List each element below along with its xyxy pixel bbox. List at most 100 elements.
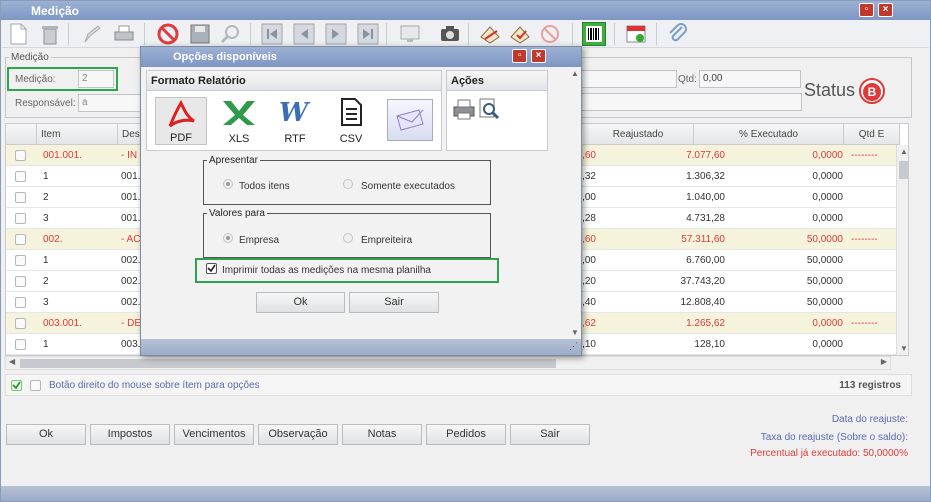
format-pdf-label: PDF <box>170 132 192 144</box>
responsavel-field[interactable]: a <box>78 94 144 112</box>
sign-button[interactable] <box>478 22 502 46</box>
col-header-qtd[interactable]: Qtd E <box>844 124 900 145</box>
new-document-button[interactable] <box>6 22 30 46</box>
button-vencimentos[interactable]: Vencimentos <box>174 424 254 445</box>
first-record-button[interactable] <box>260 22 284 46</box>
field-hidden-2[interactable] <box>581 93 802 111</box>
cell-desc: 001. <box>121 213 141 224</box>
previous-record-button[interactable] <box>292 22 316 46</box>
approve-button[interactable] <box>508 22 532 46</box>
cell-executado: 50,0000 <box>806 234 843 245</box>
camera-button[interactable] <box>438 22 462 46</box>
button-impostos[interactable]: Impostos <box>90 424 170 445</box>
imprimir-label: Imprimir todas as medições na mesma plan… <box>222 265 431 276</box>
format-rtf-label: RTF <box>284 133 306 145</box>
grid-vertical-thumb[interactable] <box>899 161 908 179</box>
records-count: 113 registros <box>839 380 901 391</box>
col-header-reajustado[interactable]: Reajustado <box>583 124 694 145</box>
minimize-button[interactable]: ▫ <box>859 3 874 17</box>
edit-button[interactable] <box>80 22 104 46</box>
select-all-checkbox[interactable] <box>11 380 22 391</box>
dialog-vertical-scrollbar[interactable]: ▲ ▼ <box>569 69 581 337</box>
calendar-button[interactable] <box>624 22 648 46</box>
row-checkbox[interactable] <box>15 150 26 161</box>
dialog-close-button[interactable]: × <box>531 49 546 63</box>
grid-horizontal-thumb[interactable] <box>20 359 556 368</box>
row-checkbox[interactable] <box>15 213 26 224</box>
qtd-field[interactable]: 0,00 <box>699 70 801 88</box>
attach-button[interactable] <box>666 22 690 46</box>
row-checkbox[interactable] <box>15 339 26 350</box>
button-sair[interactable]: Sair <box>510 424 590 445</box>
button-pedidos[interactable]: Pedidos <box>426 424 506 445</box>
row-checkbox[interactable] <box>15 276 26 287</box>
next-record-button[interactable] <box>324 22 348 46</box>
scroll-left-icon[interactable]: ◀ <box>9 357 15 366</box>
scroll-down-icon[interactable]: ▼ <box>571 328 579 337</box>
row-checkbox[interactable] <box>15 171 26 182</box>
radio-empresa[interactable] <box>223 233 233 243</box>
responsavel-label: Responsável: <box>15 98 76 109</box>
print-button[interactable] <box>112 22 136 46</box>
radio-empreiteira[interactable] <box>343 233 353 243</box>
field-hidden-1[interactable] <box>581 70 677 88</box>
format-csv[interactable]: CSV <box>325 97 377 145</box>
monitor-icon <box>400 25 420 42</box>
imprimir-checkbox[interactable] <box>206 263 217 274</box>
format-xls[interactable]: XLS <box>213 97 265 145</box>
row-checkbox[interactable] <box>15 234 26 245</box>
last-record-button[interactable] <box>356 22 380 46</box>
cancel-button[interactable] <box>156 22 180 46</box>
camera-icon <box>441 26 459 41</box>
row-checkbox[interactable] <box>15 318 26 329</box>
format-pdf[interactable]: PDF <box>155 97 207 145</box>
grid-horizontal-scrollbar[interactable]: ◀ ▶ <box>5 356 891 370</box>
cell-reajustado: 1.265,62 <box>686 318 725 329</box>
resize-grip-icon[interactable]: ⋰ <box>569 341 578 352</box>
scroll-up-icon[interactable]: ▲ <box>900 147 908 156</box>
row-checkbox[interactable] <box>15 255 26 266</box>
col-header-item[interactable]: Item <box>37 124 118 145</box>
row-checkbox[interactable] <box>15 192 26 203</box>
scroll-up-icon[interactable]: ▲ <box>571 69 579 78</box>
status-label: Status <box>804 80 856 100</box>
dialog-ok-button[interactable]: Ok <box>256 292 345 313</box>
dialog-sair-button[interactable]: Sair <box>349 292 439 313</box>
action-print-button[interactable] <box>452 97 476 121</box>
action-preview-button[interactable] <box>477 97 501 121</box>
cell-executado: 50,0000 <box>806 255 843 266</box>
cancel-icon <box>157 23 179 45</box>
format-xls-label: XLS <box>228 133 250 145</box>
taxa-reajuste-label: Taxa do reajuste (Sobre o saldo): <box>760 432 908 443</box>
cell-item: 2 <box>43 192 49 203</box>
scroll-down-icon[interactable]: ▼ <box>900 344 908 353</box>
search-icon <box>220 25 239 44</box>
hint-checkbox[interactable] <box>30 380 41 391</box>
monitor-button[interactable] <box>398 22 422 46</box>
reject-button[interactable] <box>538 22 562 46</box>
minimize-icon: ▫ <box>517 50 522 61</box>
format-email[interactable] <box>387 99 433 141</box>
format-rtf[interactable]: W RTF <box>269 97 321 145</box>
scroll-right-icon[interactable]: ▶ <box>881 357 887 366</box>
search-button[interactable] <box>218 22 242 46</box>
cell-reajustado: 37.743,20 <box>680 276 726 287</box>
minimize-icon: ▫ <box>864 4 869 15</box>
cell-reajustado: 128,10 <box>694 339 725 350</box>
cell-item: 2 <box>43 276 49 287</box>
radio-todos-itens[interactable] <box>223 179 233 189</box>
close-button[interactable]: × <box>878 3 893 17</box>
radio-somente-executados[interactable] <box>343 179 353 189</box>
row-checkbox[interactable] <box>15 297 26 308</box>
button-notas[interactable]: Notas <box>342 424 422 445</box>
button-ok[interactable]: Ok <box>6 424 86 445</box>
save-button[interactable] <box>188 22 212 46</box>
barcode-button[interactable] <box>582 22 606 46</box>
grid-vertical-scrollbar[interactable]: ▲ ▼ <box>896 145 908 355</box>
cell-item: 3 <box>43 297 49 308</box>
cell-reajustado: 1.040,00 <box>686 192 725 203</box>
button-observacao[interactable]: Observação <box>258 424 338 445</box>
dialog-minimize-button[interactable]: ▫ <box>512 49 527 63</box>
delete-button[interactable] <box>38 22 62 46</box>
col-header-executado[interactable]: % Executado <box>694 124 844 145</box>
